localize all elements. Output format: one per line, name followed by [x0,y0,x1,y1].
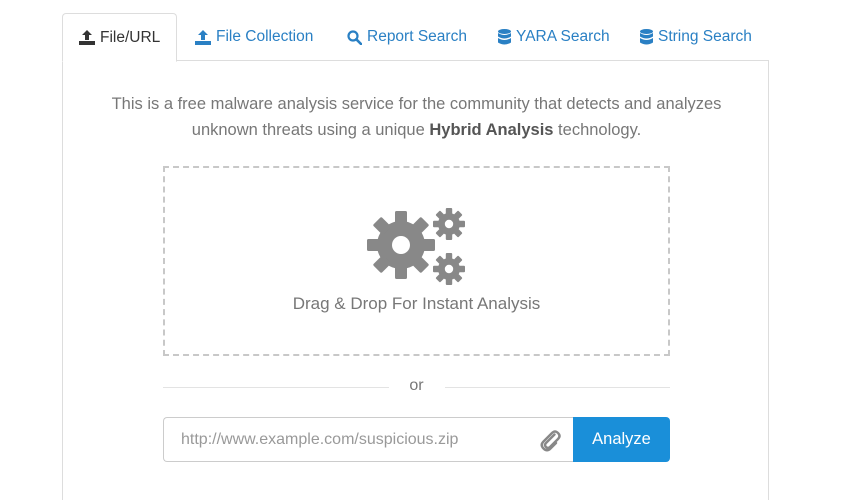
intro-line-1: This is a free malware analysis service … [111,95,722,113]
url-form: Analyze [163,417,670,462]
dropzone-label: Drag & Drop For Instant Analysis [292,294,541,313]
tab-string-search[interactable]: String Search [640,13,752,61]
paperclip-icon[interactable] [539,428,561,452]
database-icon [498,29,511,45]
tab-label: String Search [658,28,752,45]
tab-file-url[interactable]: File/URL [62,13,178,62]
tab-file-collection[interactable]: File Collection [195,13,313,61]
file-dropzone[interactable]: Drag & Drop For Instant Analysis [163,166,670,356]
analyze-button[interactable]: Analyze [573,417,670,462]
or-label: or [409,377,424,394]
gears-icon [367,206,467,286]
database-icon [640,29,653,45]
tab-label: File/URL [100,28,161,46]
intro-line-2-suffix: technology. [553,121,642,139]
or-divider: or [163,375,670,399]
upload-icon [195,29,211,45]
tab-report-search[interactable]: Report Search [347,13,467,61]
intro-text: This is a free malware analysis service … [63,91,770,143]
tab-bar: File/URL File Collection Report Search Y… [62,13,769,62]
intro-line-2-prefix: unknown threats using a unique [191,121,430,139]
upload-icon [79,30,95,45]
url-input[interactable] [163,417,574,462]
intro-line-2: unknown threats using a unique Hybrid An… [63,117,770,143]
tab-label: YARA Search [516,28,610,45]
tab-panel-file-url: This is a free malware analysis service … [62,60,769,500]
search-icon [347,29,362,45]
intro-highlight: Hybrid Analysis [429,121,554,139]
tab-label: File Collection [216,28,314,45]
tab-yara-search[interactable]: YARA Search [498,13,610,61]
tab-label: Report Search [367,28,467,45]
